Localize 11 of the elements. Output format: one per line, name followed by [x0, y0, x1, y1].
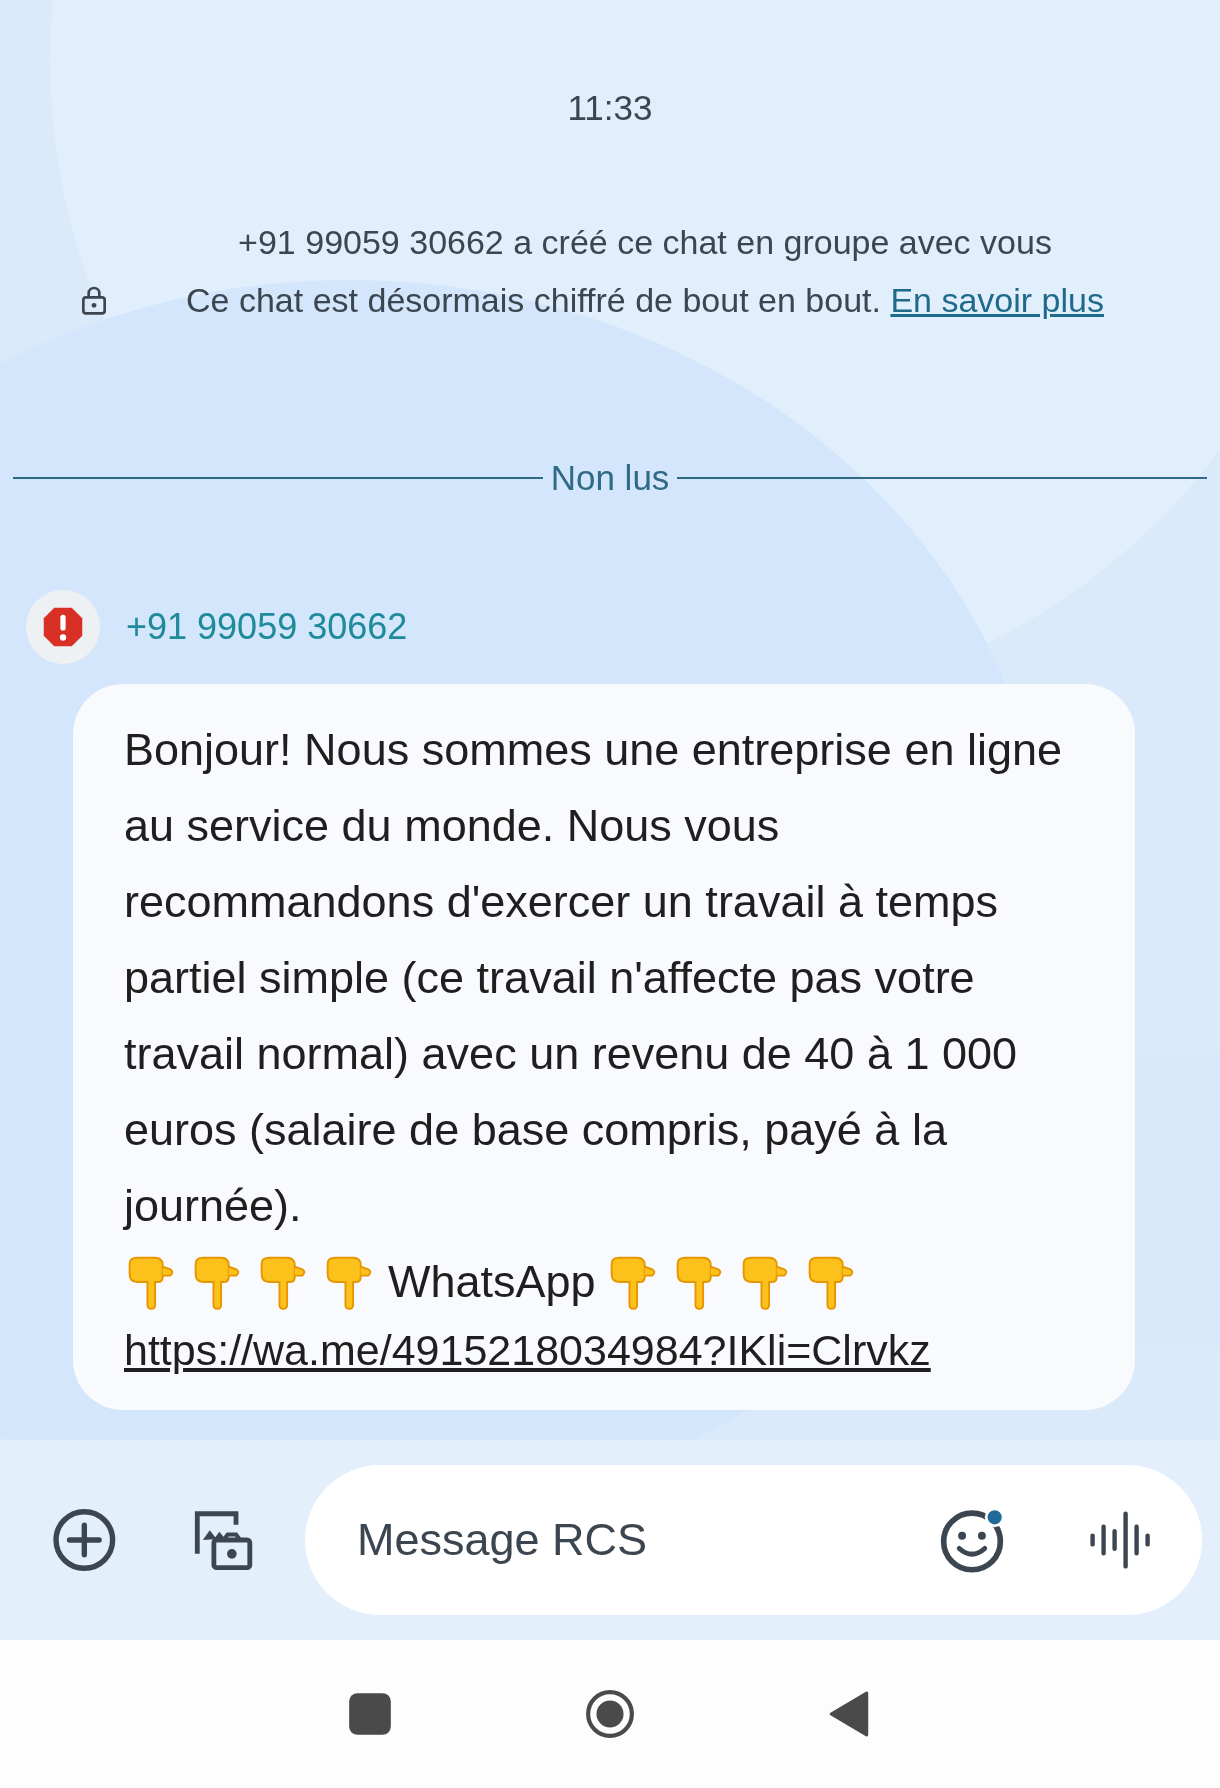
system-message: Ce chat est désormais chiffré de bout en bout. En savoir plus: [185, 280, 1105, 321]
timestamp: 11:33: [567, 88, 653, 128]
learn-more-link[interactable]: En savoir plus: [890, 281, 1104, 319]
unread-divider-label: Non lus: [550, 458, 670, 498]
system-message: +91 99059 30662 a créé ce chat en groupe avec vous: [237, 222, 1053, 263]
message-link[interactable]: https://wa.me/4915218034984?IKli=Clrvkz: [124, 1320, 931, 1380]
sender-name: +91 99059 30662: [126, 606, 408, 648]
message-text: Bonjour! Nous sommes une entreprise en ligne au service du monde. Nous vous recommandons d'exercer un travail à temps partiel simple (ce travail n'affecte pas votre travail normal) avec un revenu de 40 à 1 000 euros (salaire de base compris, payé à la journée).: [124, 723, 1063, 1233]
message-text: WhatsApp: [388, 1256, 596, 1308]
home-icon[interactable]: [585, 1689, 635, 1739]
message-input-field[interactable]: Message RCS: [355, 1513, 938, 1567]
